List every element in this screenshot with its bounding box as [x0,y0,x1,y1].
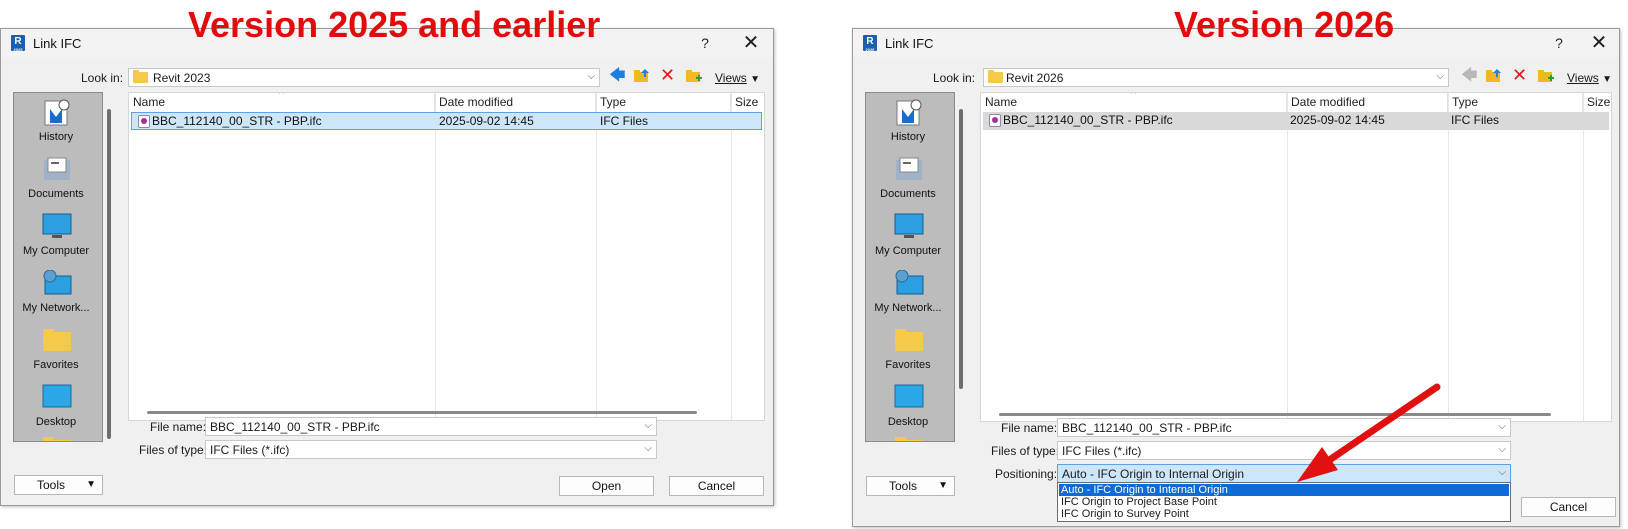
red-annotation-arrow [1297,383,1441,482]
